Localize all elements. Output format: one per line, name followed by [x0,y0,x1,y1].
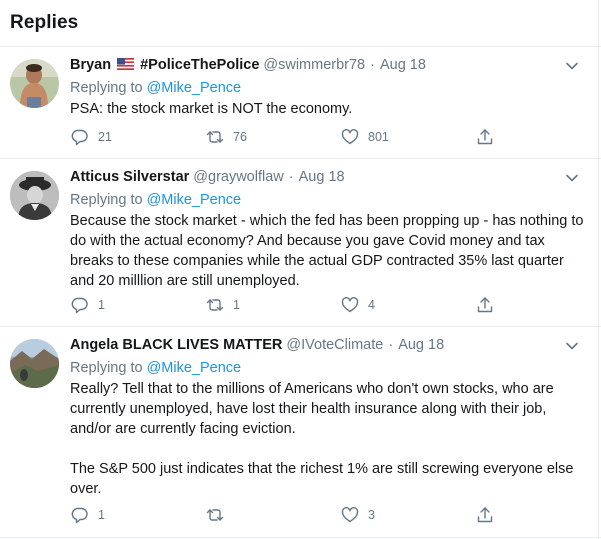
like-count: 4 [368,298,375,312]
mention-link[interactable]: @Mike_Pence [147,80,242,96]
avatar-image [10,171,59,220]
tweet-date[interactable]: Aug 18 [299,169,345,185]
share-button[interactable] [476,506,506,524]
chevron-down-icon[interactable] [565,59,579,73]
author-name-suffix[interactable]: #PoliceThePolice [140,57,259,73]
tweet-body: Atticus Silverstar @graywolflaw · Aug 18… [70,169,585,291]
tweet-text: PSA: the stock market is NOT the economy… [70,101,353,117]
replying-to-label: Replying to [70,192,143,208]
retweet-button[interactable] [206,506,341,524]
reply-button[interactable]: 1 [71,296,206,314]
author-name[interactable]: Bryan [70,57,111,73]
like-count: 801 [368,130,389,144]
like-button[interactable]: 4 [341,296,476,314]
reply-button[interactable]: 1 [71,506,206,524]
tweet-actions: 21 76 801 [71,126,506,148]
reply-icon [71,297,88,314]
like-count: 3 [368,508,375,522]
like-button[interactable]: 801 [341,128,476,146]
share-icon [477,507,493,523]
us-flag-icon [117,58,135,70]
replying-to: Replying to @Mike_Pence [70,358,585,378]
share-button[interactable] [476,296,506,314]
page-title: Replies [10,12,79,33]
replying-to: Replying to @Mike_Pence [70,78,585,98]
tweet-header: Bryan #PoliceThePolice @swimmerbr78 · Au… [70,57,585,78]
chevron-down-icon[interactable] [565,171,579,185]
avatar[interactable] [10,339,59,388]
retweet-icon [206,299,224,311]
retweet-icon [206,509,224,521]
retweet-icon [206,131,224,143]
retweet-button[interactable]: 76 [206,128,341,146]
retweet-count: 76 [233,130,247,144]
separator-dot: · [370,57,375,73]
tweet-text: Really? Tell that to the millions of Ame… [70,381,574,497]
reply-count: 1 [98,298,105,312]
like-button[interactable]: 3 [341,506,476,524]
mention-link[interactable]: @Mike_Pence [147,192,242,208]
avatar-image [10,59,59,108]
share-button[interactable] [476,128,506,146]
retweet-count: 1 [233,298,240,312]
author-handle[interactable]: @swimmerbr78 [263,57,365,73]
mention-link[interactable]: @Mike_Pence [147,360,242,376]
reply-icon [71,507,88,524]
author-handle[interactable]: @IVoteClimate [286,337,383,353]
tweet-header: Atticus Silverstar @graywolflaw · Aug 18 [70,169,585,190]
share-icon [477,129,493,145]
separator-dot: · [388,337,394,353]
reply-button[interactable]: 21 [71,128,206,146]
replying-to: Replying to @Mike_Pence [70,190,585,210]
reply-count: 21 [98,130,112,144]
avatar[interactable] [10,59,59,108]
heart-icon [341,507,359,523]
separator-dot: · [288,169,294,185]
tweet-date[interactable]: Aug 18 [398,337,444,353]
author-name[interactable]: Angela BLACK LIVES MATTER [70,337,282,353]
retweet-button[interactable]: 1 [206,296,341,314]
tweet[interactable]: Bryan #PoliceThePolice @swimmerbr78 · Au… [0,47,601,159]
author-handle[interactable]: @graywolflaw [193,169,283,185]
tweet-actions: 1 1 4 [71,294,506,316]
reply-icon [71,129,88,146]
avatar-image [10,339,59,388]
tweet-text: Because the stock market - which the fed… [70,213,584,289]
tweet[interactable]: Angela BLACK LIVES MATTER @IVoteClimate … [0,327,601,538]
avatar[interactable] [10,171,59,220]
tweet-body: Bryan #PoliceThePolice @swimmerbr78 · Au… [70,57,585,119]
heart-icon [341,129,359,145]
tweet-actions: 1 3 [71,504,506,526]
tweet-header: Angela BLACK LIVES MATTER @IVoteClimate … [70,337,585,358]
replying-to-label: Replying to [70,360,143,376]
tweet-date[interactable]: Aug 18 [380,57,426,73]
reply-count: 1 [98,508,105,522]
tweet-body: Angela BLACK LIVES MATTER @IVoteClimate … [70,337,585,499]
tweet[interactable]: Atticus Silverstar @graywolflaw · Aug 18… [0,159,601,327]
chevron-down-icon[interactable] [565,339,579,353]
author-name[interactable]: Atticus Silverstar [70,169,189,185]
replies-page: Replies Bryan #PoliceThePolice @swimmerb… [0,0,601,539]
heart-icon [341,297,359,313]
replies-header: Replies [0,0,601,47]
share-icon [477,297,493,313]
replying-to-label: Replying to [70,80,143,96]
